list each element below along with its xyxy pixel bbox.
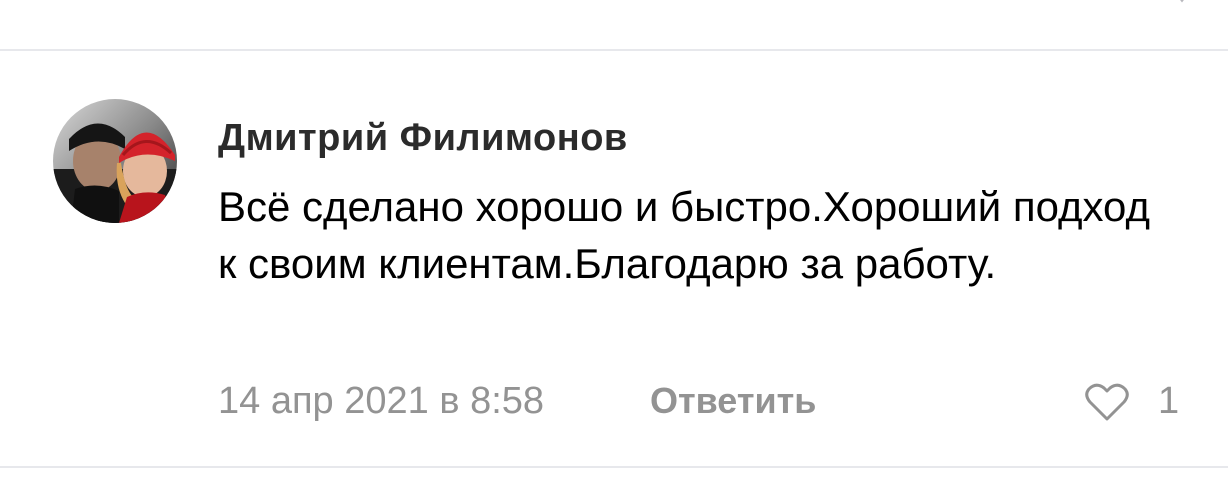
reply-button[interactable]: Ответить xyxy=(650,378,816,424)
author-name[interactable]: Дмитрий Филимонов xyxy=(218,116,628,160)
comment-text: Всё сделано хорошо и быстро.Хороший подх… xyxy=(218,183,1150,287)
avatar[interactable] xyxy=(53,99,177,223)
heart-outline-icon xyxy=(1085,383,1129,421)
comment: Дмитрий Филимонов Всё сделано хорошо и б… xyxy=(0,51,1228,466)
like-count: 1 xyxy=(1158,380,1180,422)
comment-footer: 14 апр 2021 в 8:58 Ответить 1 xyxy=(218,378,1180,424)
comment-date[interactable]: 14 апр 2021 в 8:58 xyxy=(218,378,544,424)
bottom-divider xyxy=(0,466,1228,468)
more-icon[interactable] xyxy=(1172,0,1192,6)
like-button[interactable]: 1 xyxy=(1084,378,1180,424)
